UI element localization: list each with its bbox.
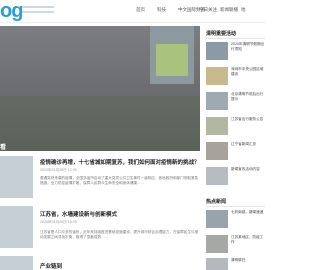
- nav-item-news[interactable]: 新闻联播: [220, 7, 241, 13]
- sidebar-item[interactable]: 深圳市中央公园区域建设: [206, 67, 265, 90]
- article-summary: 遭遇突然来袭的疫情，全国多省市启动了重大突发公共卫生事件一级响应，各地政府和部门…: [40, 176, 199, 185]
- sidebar-item-text: 深圳市中央公园区域建设: [231, 67, 264, 76]
- sidebar-thumbnail: [206, 142, 228, 160]
- article-summary: 江苏省是人口众多的省份，近年来持续推进基础设施建设，提升城市综合治理能力，在保障…: [40, 230, 199, 239]
- sidebar-thumbnail: [206, 258, 228, 270]
- sidebar-thumbnail: [206, 67, 228, 85]
- article-thumbnail[interactable]: [0, 156, 33, 198]
- sidebar-heading: 热点新闻: [206, 199, 227, 205]
- hero-thumbnail[interactable]: [150, 26, 194, 84]
- divider: [206, 38, 265, 39]
- article-title[interactable]: 疫情确诊再增，十七省城如期复苏，我们如何面对疫情新的挑战？: [40, 158, 200, 166]
- sidebar-item[interactable]: 北京清明节前后出行提示: [206, 92, 265, 115]
- sidebar-thumbnail: [206, 117, 228, 135]
- article-meta: 2020年01月28日 12:00: [40, 168, 77, 172]
- sidebar-item-text: 辽宁省新闻汇总: [231, 142, 257, 146]
- nav-item-tech[interactable]: 科技: [157, 7, 178, 13]
- nav-item-today[interactable]: 今日关注: [199, 7, 220, 13]
- article-thumbnail[interactable]: [0, 206, 33, 248]
- sidebar-item[interactable]: 2020年清明节假期出行须知: [206, 42, 265, 65]
- article-meta: 2020年01月29日 15:09: [40, 220, 77, 224]
- site-logo[interactable]: og: [0, 1, 23, 21]
- sidebar-item-text: 江苏某地区，防疫工作: [231, 235, 264, 244]
- site-header: og 首页 科技 中文国际频道 今日关注 新闻联播 地: [0, 0, 265, 23]
- article-title[interactable]: 产业链到: [40, 262, 62, 270]
- divider: [206, 206, 265, 207]
- sidebar-item[interactable]: 清明祭扫: [206, 258, 265, 270]
- sidebar-thumbnail: [206, 235, 228, 253]
- sidebar-thumbnail: [206, 42, 228, 60]
- sidebar-thumbnail: [206, 210, 228, 228]
- hero-banner[interactable]: 看: [0, 26, 200, 151]
- main-nav: 首页 科技 中文国际频道 今日关注 新闻联播 地: [136, 7, 262, 13]
- article-title[interactable]: 江苏省，水墙建设新与创新模式: [40, 210, 117, 218]
- nav-item-intl[interactable]: 中文国际频道: [178, 7, 205, 13]
- article-thumbnail[interactable]: [0, 256, 33, 270]
- sidebar-item[interactable]: 新闻宣传活动内容: [206, 167, 265, 190]
- page: og 首页 科技 中文国际频道 今日关注 新闻联播 地 看 疫情确诊再增，十七省…: [0, 0, 265, 270]
- sidebar-item-text: 2020年清明节假期出行须知: [231, 42, 265, 51]
- nav-item-home[interactable]: 首页: [136, 7, 157, 13]
- logo-tagline: [22, 6, 54, 16]
- sidebar-item[interactable]: 江苏省出行服务公告: [206, 117, 265, 140]
- sidebar-item-text: 江苏省出行服务公告: [231, 117, 264, 121]
- sidebar-item[interactable]: 辽宁省新闻汇总: [206, 142, 265, 165]
- sidebar-item[interactable]: 七彩南部，新闻速递: [206, 210, 265, 233]
- hero-caption[interactable]: 看: [0, 142, 150, 151]
- sidebar-item[interactable]: 江苏某地区，防疫工作: [206, 235, 265, 258]
- sidebar-item-text: 新闻宣传活动内容: [231, 167, 260, 171]
- sidebar-heading: 清明重要活动: [206, 31, 237, 37]
- sidebar-item-text: 清明祭扫: [231, 258, 246, 262]
- nav-item-more[interactable]: 地: [241, 7, 262, 13]
- sidebar-thumbnail: [206, 167, 228, 185]
- sidebar-thumbnail: [206, 92, 228, 110]
- sidebar-item-text: 北京清明节前后出行提示: [231, 92, 264, 101]
- sidebar-item-text: 七彩南部，新闻速递: [231, 210, 264, 214]
